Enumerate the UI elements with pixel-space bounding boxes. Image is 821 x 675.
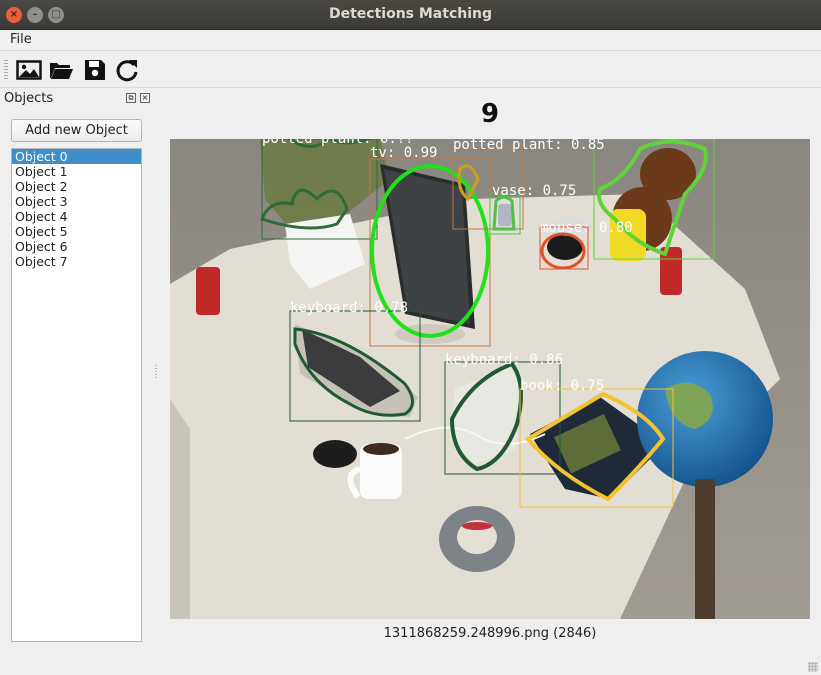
detection-label: potted plant: 0.85 — [453, 139, 605, 153]
detection-label: mouse: 0.80 — [540, 220, 633, 236]
detection-label: vase: 0.75 — [492, 183, 576, 199]
can-left — [196, 267, 220, 315]
object-list-item[interactable]: Object 3 — [12, 194, 141, 209]
image-filename: 1311868259.248996.png (2846) — [383, 626, 597, 641]
window-title: Detections Matching — [328, 6, 492, 22]
object-list-item[interactable]: Object 6 — [12, 239, 141, 254]
resize-grip[interactable] — [808, 662, 818, 672]
refresh-icon[interactable] — [114, 57, 140, 83]
object-list-item[interactable]: Object 2 — [12, 179, 141, 194]
object-list-item[interactable]: Object 1 — [12, 164, 141, 179]
save-icon[interactable] — [82, 57, 108, 83]
image-view[interactable]: potted plant: 0.?? tv: 0.99 potted plant… — [170, 139, 810, 619]
menu-bar: File — [0, 30, 821, 50]
computer-mouse — [313, 440, 357, 468]
scene-image: potted plant: 0.?? tv: 0.99 potted plant… — [170, 139, 810, 619]
object-list-item[interactable]: Object 7 — [12, 254, 141, 269]
dock-close-icon[interactable]: × — [140, 93, 150, 103]
folder-open-icon[interactable] — [48, 57, 74, 83]
add-object-button[interactable]: Add new Object — [11, 119, 142, 142]
object-list-item[interactable]: Object 0 — [12, 149, 141, 164]
object-list[interactable]: Object 0 Object 1 Object 2 Object 3 Object 4… — [11, 148, 142, 642]
object-list-item[interactable]: Object 4 — [12, 209, 141, 224]
detection-label: keyboard: 0.78 — [290, 300, 408, 316]
detection-label: tv: 0.99 — [370, 145, 437, 161]
toolbar — [0, 50, 821, 88]
dock-title: Objects — [4, 91, 54, 106]
title-bar: × – □ Detections Matching — [0, 0, 821, 30]
image-icon[interactable] — [16, 57, 42, 83]
toolbar-grip[interactable] — [4, 60, 8, 80]
dock-splitter-handle[interactable] — [155, 365, 157, 379]
detection-label: book: 0.75 — [520, 378, 604, 394]
detection-label: keyboard: 0.86 — [445, 352, 563, 368]
object-list-item[interactable]: Object 5 — [12, 224, 141, 239]
dock-float-icon[interactable]: ⧉ — [126, 93, 136, 103]
menu-file[interactable]: File — [10, 32, 32, 47]
frame-number: 9 — [480, 99, 500, 129]
